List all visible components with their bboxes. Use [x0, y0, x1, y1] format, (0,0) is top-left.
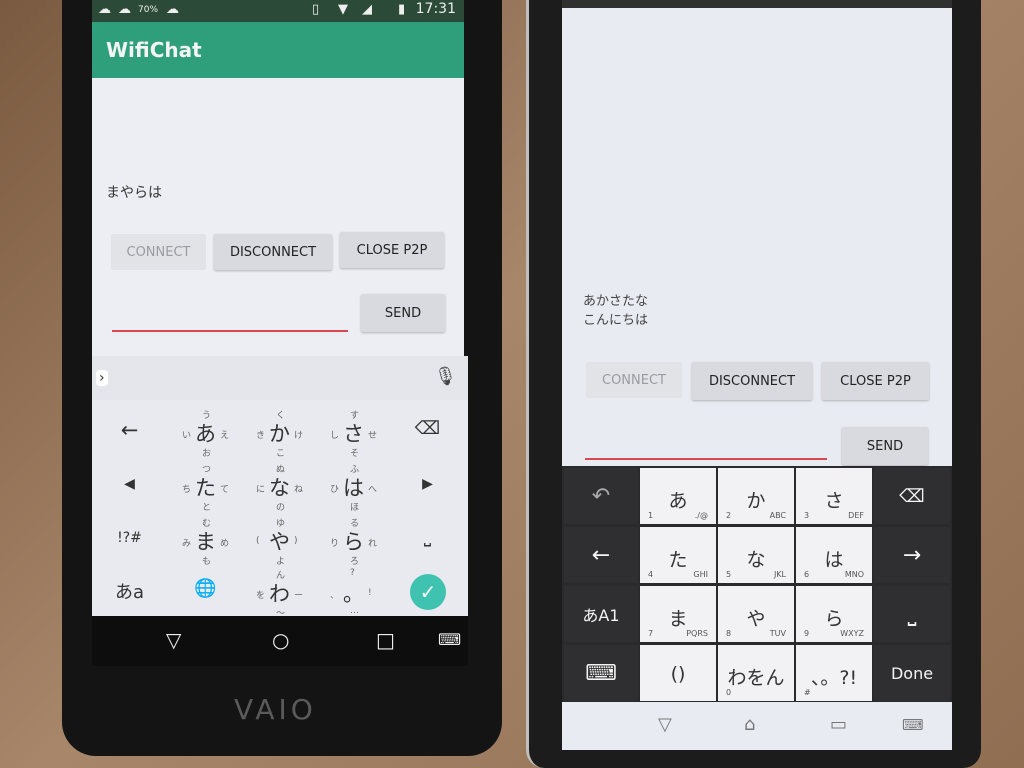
kana-key-a[interactable]: ういあえお — [168, 404, 243, 459]
left-nav-bar: ▽ ○ □ ⌨ — [92, 616, 468, 666]
kana-key-ya[interactable]: や 8 TUV — [718, 586, 794, 642]
message-input[interactable] — [112, 302, 348, 332]
kana-key-ta[interactable]: た 4 GHI — [640, 527, 716, 583]
home-icon[interactable]: ⌂ — [744, 714, 755, 735]
connect-button[interactable]: CONNECT — [586, 362, 682, 398]
kana-key-sa[interactable]: すしさせそ — [316, 404, 391, 459]
chat-message: まやらは — [106, 185, 162, 201]
cloud-icon: ☁ — [118, 2, 131, 17]
symbols-key[interactable]: !?# — [92, 512, 167, 566]
close-p2p-button[interactable]: CLOSE P2P — [340, 232, 444, 268]
cursor-left-key[interactable]: ◀ — [92, 458, 167, 512]
kana-key-ra[interactable]: るりられろ — [316, 512, 391, 567]
done-key[interactable]: Done — [874, 645, 950, 701]
send-button[interactable]: SEND — [842, 427, 928, 465]
globe-icon[interactable]: 🌐 — [168, 564, 243, 618]
enter-check-key[interactable]: ✓ — [390, 564, 465, 618]
kana-key-ha[interactable]: ふひはへほ — [316, 458, 391, 513]
undo-key[interactable]: ↶ — [564, 468, 638, 524]
kana-key-ma[interactable]: ま 7 PQRS — [640, 586, 716, 642]
kana-key-wa[interactable]: んをわー〜 — [242, 564, 317, 619]
input-mode-key[interactable]: あa — [92, 564, 167, 618]
vibrate-icon: ▯ — [312, 2, 320, 17]
signal-icon: ◢ — [362, 2, 372, 17]
kana-key-wa[interactable]: わをん 0 — [718, 645, 794, 701]
kana-key-ha[interactable]: は 6 MNO — [796, 527, 872, 583]
space-key[interactable]: ⎵ — [390, 512, 465, 566]
left-status-bar: ☁ ☁ 70% ☁ ▯ ▼ ◢ ▮ 17:31 — [92, 0, 464, 22]
chat-message: あかさたな — [583, 294, 649, 309]
kana-key-ka[interactable]: か 2 ABC — [718, 468, 794, 524]
kana-key-ya[interactable]: ゆ(や) よ — [242, 512, 317, 567]
chat-area: まやらは CONNECT DISCONNECT CLOSE P2P SEND — [92, 78, 464, 356]
keyboard-icon[interactable]: ⌨ — [902, 716, 924, 734]
keyboard-icon[interactable]: ⌨ — [438, 630, 461, 649]
app-title: WifiChat — [106, 38, 202, 62]
cloud-icon: ☁ — [166, 2, 179, 17]
brand-logo: VAIO — [234, 693, 317, 726]
clock: 17:31 — [415, 1, 456, 17]
check-icon: ✓ — [410, 574, 446, 610]
punctuation-key[interactable]: ?、。!… — [316, 564, 391, 618]
recents-icon[interactable]: ▭ — [830, 714, 847, 735]
message-input[interactable] — [585, 432, 827, 460]
kana-key-sa[interactable]: さ 3 DEF — [796, 468, 872, 524]
keyboard-toolbar: › 🎙 — [92, 356, 468, 400]
space-key[interactable]: ⎵ — [874, 586, 950, 642]
kana-key-na[interactable]: ぬになねの — [242, 458, 317, 513]
send-button[interactable]: SEND — [361, 294, 445, 332]
punctuation-key[interactable]: 、。?! # — [796, 645, 872, 701]
expand-chevron-icon[interactable]: › — [96, 370, 108, 386]
kana-key-na[interactable]: な 5 JKL — [718, 527, 794, 583]
disconnect-button[interactable]: DISCONNECT — [692, 362, 812, 400]
wifi-icon: ▼ — [338, 2, 348, 17]
cursor-right-key[interactable]: → — [874, 527, 950, 583]
backspace-key[interactable]: ⌫ — [874, 468, 950, 524]
close-p2p-button[interactable]: CLOSE P2P — [822, 362, 929, 400]
connect-button[interactable]: CONNECT — [111, 234, 206, 270]
right-nav-bar: ▽ ⌂ ▭ ⌨ — [562, 702, 952, 750]
kana-key-ta[interactable]: つちたてと — [168, 458, 243, 513]
kana-key-a[interactable]: あ 1 ./@ — [640, 468, 716, 524]
right-chat-area: CONNECT DISCONNECT CLOSE P2P SEND — [562, 0, 952, 466]
home-circle-icon[interactable]: ○ — [272, 628, 289, 652]
chat-message: こんにちは — [583, 313, 649, 328]
kana-key-ra[interactable]: ら 9 WXYZ — [796, 586, 872, 642]
cursor-right-key[interactable]: ▶ — [390, 458, 465, 512]
right-keyboard: ↶ ← あA1 ⌨ あ 1 ./@ か 2 ABC さ 3 DEF た 4 GHI な 5 JKL … — [562, 466, 952, 702]
keyboard-emoji-icon[interactable]: ⌨ — [564, 645, 638, 701]
kana-key-ka[interactable]: くきかけこ — [242, 404, 317, 459]
recents-square-icon[interactable]: □ — [376, 628, 395, 652]
disconnect-button[interactable]: DISCONNECT — [214, 234, 332, 270]
input-mode-key[interactable]: あA1 — [564, 586, 638, 642]
battery-icon: ▮ — [398, 2, 406, 17]
battery-saver-label: 70% — [138, 5, 159, 15]
backspace-key[interactable]: ⌫ — [390, 404, 465, 458]
right-status-bar — [562, 0, 952, 8]
parentheses-key[interactable]: () — [640, 645, 716, 701]
back-triangle-icon[interactable]: ▽ — [658, 714, 672, 735]
back-triangle-icon[interactable]: ▽ — [166, 628, 181, 652]
app-bar: WifiChat — [92, 22, 464, 78]
microphone-icon[interactable]: 🎙 — [434, 366, 457, 387]
cloud-icon: ☁ — [98, 2, 111, 17]
cursor-left-key[interactable]: ← — [564, 527, 638, 583]
kana-key-ma[interactable]: むみまめも — [168, 512, 243, 567]
undo-key[interactable]: ← — [92, 404, 167, 458]
left-keyboard: ← ◀ !?# あa ういあえお くきかけこ すしさせそ つちたてと ぬになねの… — [92, 400, 468, 619]
